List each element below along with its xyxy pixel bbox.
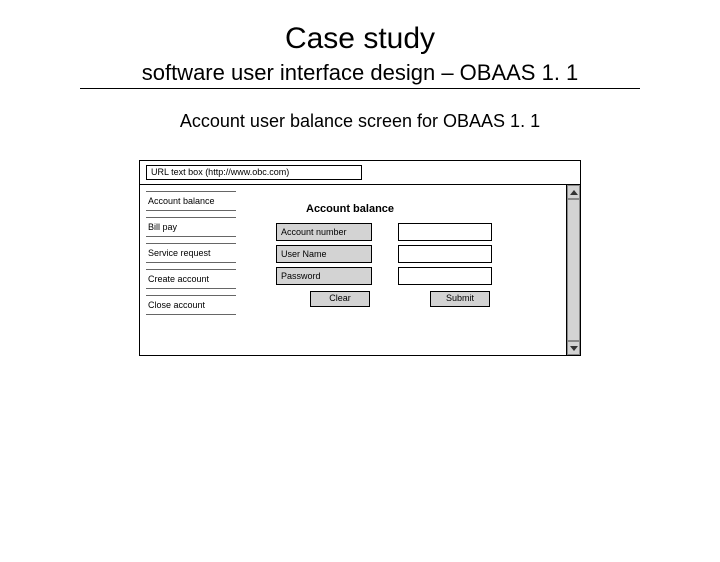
browser-window: URL text box (http://www.obc.com) Accoun…: [139, 160, 581, 356]
scroll-up-button[interactable]: [567, 185, 580, 199]
form-heading: Account balance: [306, 203, 536, 215]
label-password: Password: [276, 267, 372, 285]
scroll-thumb[interactable]: [567, 199, 580, 341]
page-subtitle-2: Account user balance screen for OBAAS 1.…: [0, 111, 720, 132]
sidebar-item-bill-pay[interactable]: Bill pay: [146, 217, 236, 237]
input-user-name[interactable]: [398, 245, 492, 263]
form-area: Account balance Account number User Name…: [276, 203, 536, 307]
form-row-password: Password: [276, 267, 536, 285]
form-row-account-number: Account number: [276, 223, 536, 241]
page-subtitle: software user interface design – OBAAS 1…: [80, 60, 640, 89]
sidebar-item-create-account[interactable]: Create account: [146, 269, 236, 289]
input-account-number[interactable]: [398, 223, 492, 241]
sidebar: Account balance Bill pay Service request…: [146, 191, 236, 321]
sidebar-item-close-account[interactable]: Close account: [146, 295, 236, 315]
scrollbar[interactable]: [566, 185, 580, 355]
urlbar-row: URL text box (http://www.obc.com): [140, 161, 580, 185]
page-title: Case study: [0, 22, 720, 56]
url-input[interactable]: URL text box (http://www.obc.com): [146, 165, 362, 180]
clear-button[interactable]: Clear: [310, 291, 370, 307]
content-area: Account balance Bill pay Service request…: [140, 185, 580, 355]
submit-button[interactable]: Submit: [430, 291, 490, 307]
label-user-name: User Name: [276, 245, 372, 263]
label-account-number: Account number: [276, 223, 372, 241]
form-row-user-name: User Name: [276, 245, 536, 263]
button-row: Clear Submit: [276, 291, 536, 307]
input-password[interactable]: [398, 267, 492, 285]
chevron-up-icon: [570, 190, 578, 195]
sidebar-item-account-balance[interactable]: Account balance: [146, 191, 236, 211]
chevron-down-icon: [570, 346, 578, 351]
sidebar-item-service-request[interactable]: Service request: [146, 243, 236, 263]
scroll-down-button[interactable]: [567, 341, 580, 355]
